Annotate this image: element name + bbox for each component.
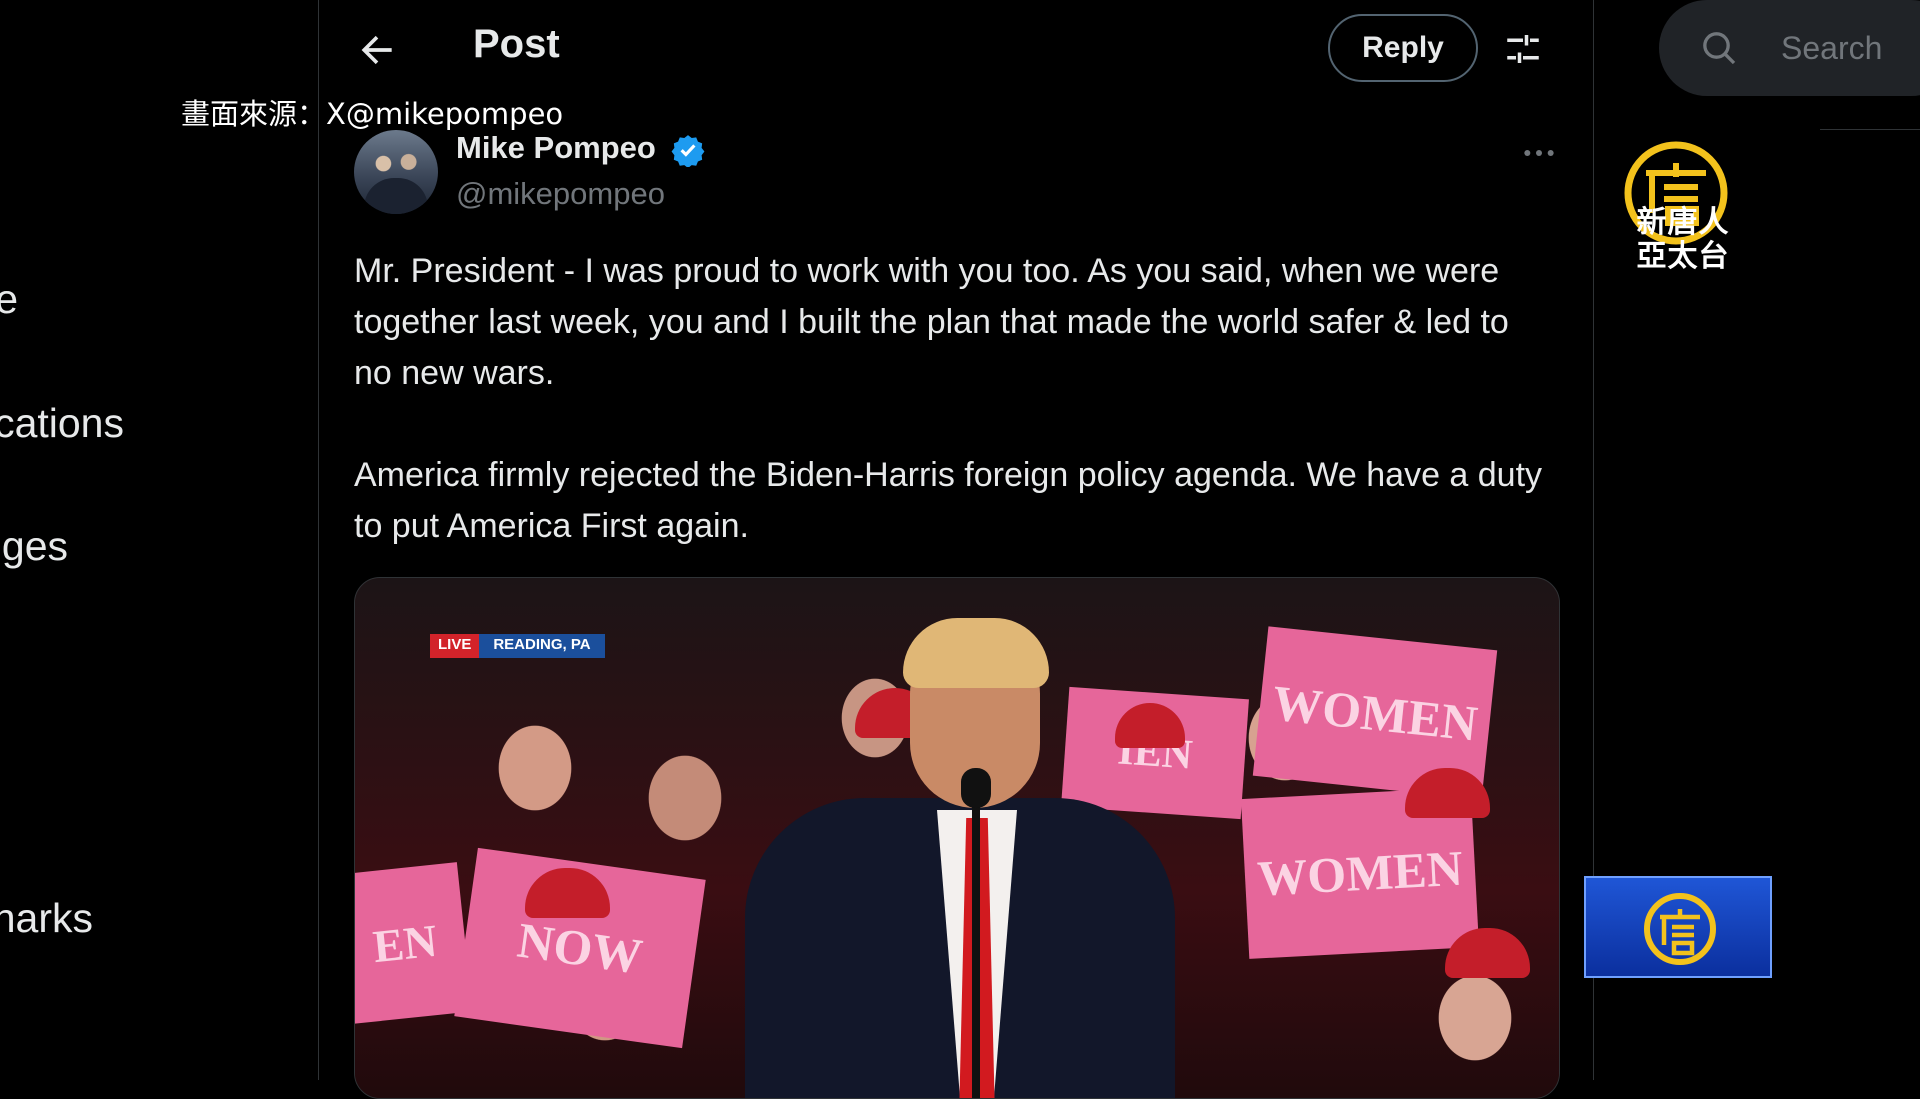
- nav-item-label: cations: [0, 400, 124, 446]
- tweet-media-image[interactable]: WOMEN WOMEN IEN EN NOW LIVE READING, PA: [354, 577, 1560, 1099]
- ntd-logo-text-line: 亞太台: [1636, 239, 1730, 274]
- source-caption: 畫面來源：X@mikepompeo: [181, 97, 564, 131]
- tweet-paragraph: Mr. President - I was proud to work with…: [354, 252, 1509, 392]
- divider: [1820, 129, 1920, 130]
- ntd-emblem-icon: [1644, 893, 1716, 965]
- live-label: LIVE: [430, 634, 480, 658]
- author-name[interactable]: Mike Pompeo: [456, 130, 656, 166]
- nav-item-label: e: [0, 276, 18, 322]
- live-badge: LIVE READING, PA: [430, 634, 605, 658]
- page-title: Post: [473, 22, 560, 66]
- nav-item-label: ges: [1, 523, 68, 569]
- ntd-bug-logo: [1584, 876, 1772, 978]
- main-column: Post Reply Mike Pompeo @mikepompeo Mr. P…: [319, 0, 1594, 1099]
- nav-item-label: narks: [0, 895, 93, 941]
- reply-button[interactable]: Reply: [1328, 14, 1478, 82]
- tweet-paragraph: America firmly rejected the Biden-Harris…: [354, 456, 1543, 545]
- back-arrow-icon[interactable]: [355, 28, 399, 72]
- ntd-logo-text-line: 新唐人: [1636, 205, 1730, 240]
- nav-item-home[interactable]: e: [0, 276, 18, 323]
- rally-sign: EN: [355, 862, 473, 1024]
- left-nav: e cations ges narks: [0, 0, 319, 1080]
- nav-item-messages[interactable]: ges: [2, 523, 68, 570]
- tweet-text: Mr. President - I was proud to work with…: [354, 246, 1554, 603]
- ntd-logo-text: 新唐人 亞太台: [1613, 206, 1753, 274]
- post-header: Post Reply: [319, 0, 1593, 98]
- sliders-icon[interactable]: [1502, 28, 1544, 70]
- search-icon: [1703, 32, 1736, 65]
- author-handle[interactable]: @mikepompeo: [456, 176, 665, 212]
- avatar[interactable]: [354, 130, 438, 214]
- speaker-hair: [903, 618, 1049, 688]
- microphone-stand: [972, 778, 980, 1098]
- search-box[interactable]: [1659, 0, 1920, 96]
- microphone-icon: [961, 768, 991, 808]
- nav-item-notifications[interactable]: cations: [0, 400, 124, 447]
- search-input[interactable]: [1779, 22, 1920, 74]
- location-label: READING, PA: [479, 634, 605, 658]
- verified-badge-icon: [671, 135, 705, 167]
- more-options-icon[interactable]: [1519, 133, 1559, 173]
- nav-item-bookmarks[interactable]: narks: [0, 895, 93, 942]
